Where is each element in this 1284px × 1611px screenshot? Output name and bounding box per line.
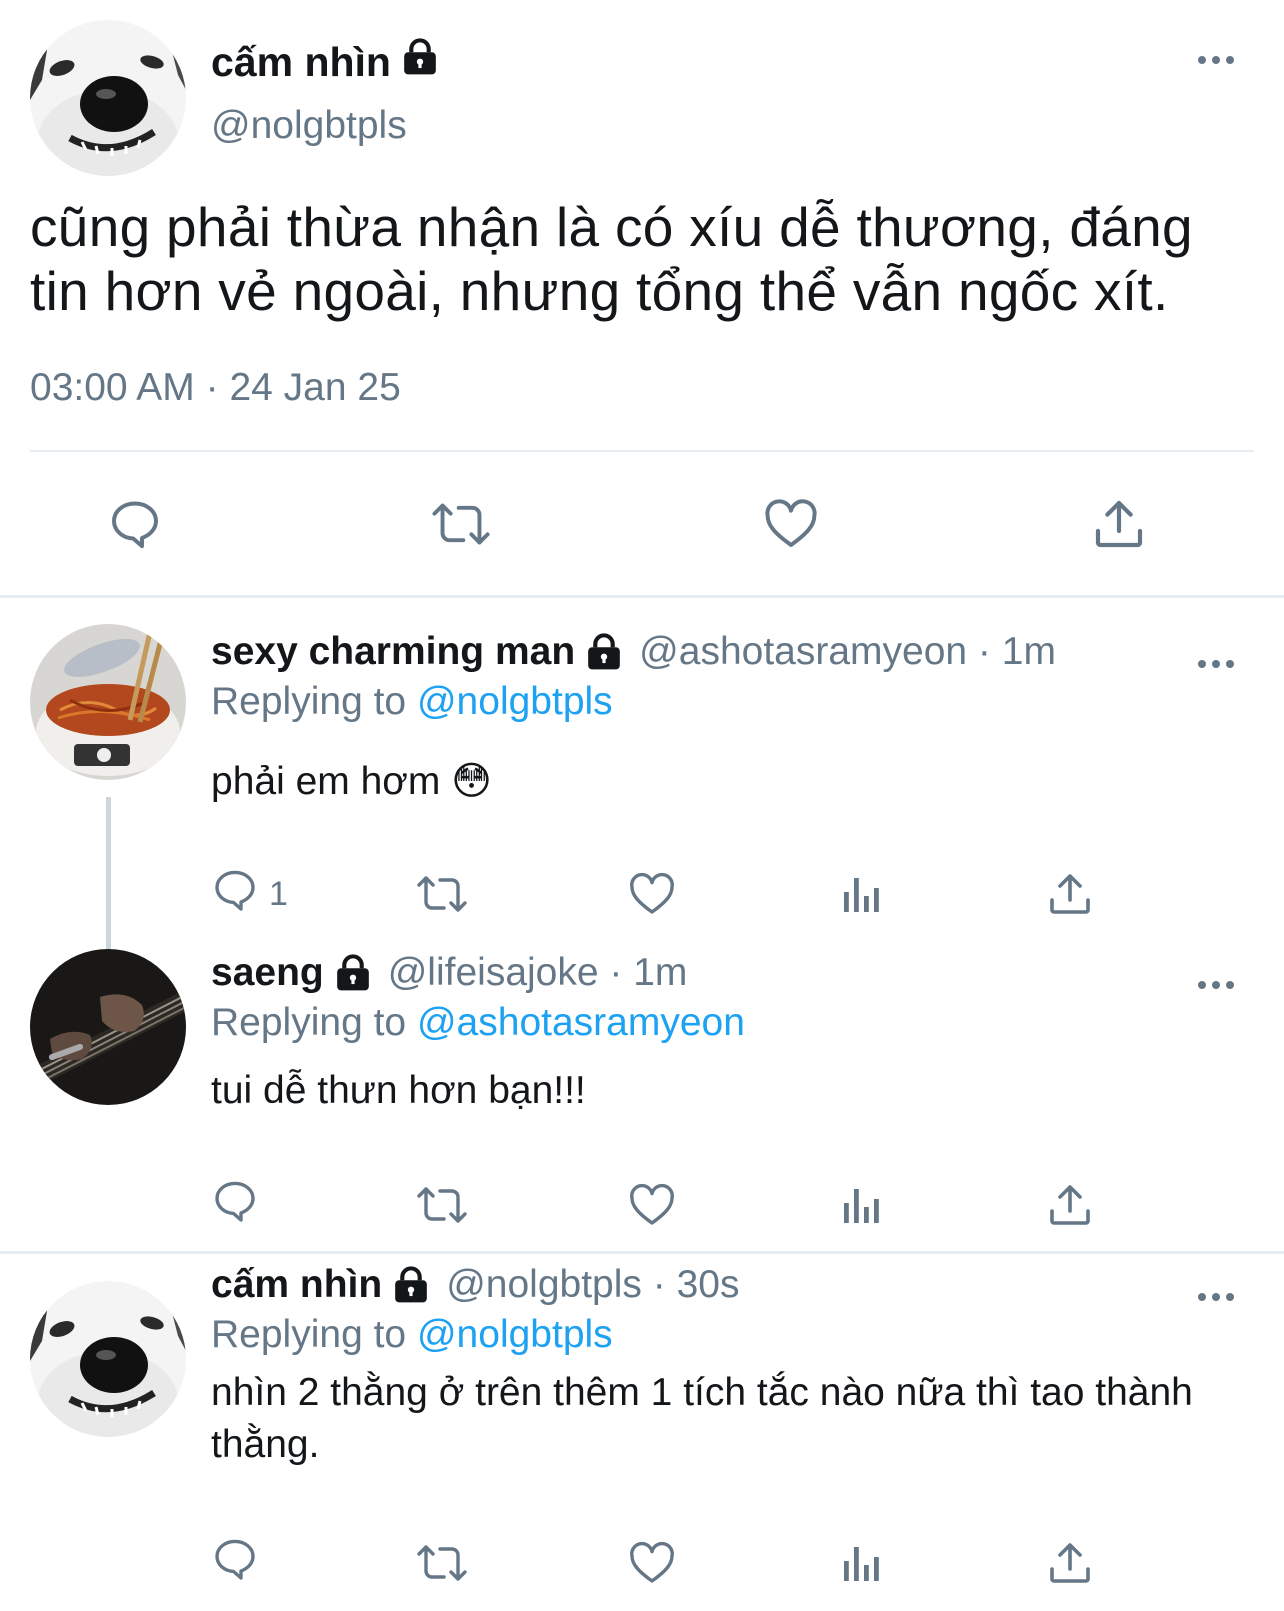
lock-icon (334, 954, 372, 992)
reply-tweet[interactable]: cấm nhìn @nolgbtpls · 30s Replying to @n… (0, 1253, 1284, 1611)
reply-header: cấm nhìn @nolgbtpls · 30s (211, 1263, 739, 1307)
reply-button[interactable] (211, 1537, 269, 1589)
display-name[interactable]: cấm nhìn (211, 38, 439, 86)
tweet-text: cũng phải thừa nhận là có xíu dễ thương,… (30, 196, 1193, 322)
replying-to: Replying to @nolgbtpls (211, 1313, 613, 1357)
retweet-icon[interactable] (415, 868, 469, 920)
analytics-icon[interactable] (838, 1537, 886, 1589)
lock-icon (585, 633, 623, 671)
replying-to: Replying to @nolgbtpls (211, 680, 613, 724)
avatar[interactable] (30, 20, 186, 176)
replying-prefix: Replying to (211, 1313, 407, 1356)
relative-time[interactable]: 1m (633, 951, 687, 995)
date: 24 Jan 25 (229, 366, 401, 409)
reply-icon (211, 1177, 259, 1234)
more-icon[interactable] (1198, 981, 1234, 989)
display-name[interactable]: cấm nhìn (211, 1263, 382, 1307)
heart-icon[interactable] (628, 1179, 676, 1231)
avatar[interactable] (30, 949, 186, 1105)
reply-icon (211, 866, 259, 923)
relative-time[interactable]: 30s (677, 1263, 740, 1307)
replying-prefix: Replying to (211, 680, 407, 723)
main-tweet: cấm nhìn @nolgbtpls cũng phải thừa nhận … (0, 0, 1284, 598)
replying-to-link[interactable]: @ashotasramyeon (417, 1001, 745, 1044)
analytics-icon[interactable] (838, 1179, 886, 1231)
handle[interactable]: @nolgbtpls (211, 104, 407, 148)
timestamp[interactable]: 03:00 AM · 24 Jan 25 (30, 366, 401, 410)
reply-button[interactable]: 1 (211, 868, 288, 920)
heart-icon[interactable] (761, 494, 821, 554)
separator: · (967, 630, 1002, 673)
retweet-icon[interactable] (415, 1537, 469, 1589)
share-icon[interactable] (1089, 494, 1149, 554)
more-icon[interactable] (1198, 660, 1234, 668)
avatar[interactable] (30, 1281, 186, 1437)
handle[interactable]: @nolgbtpls (446, 1263, 642, 1307)
heart-icon[interactable] (628, 1537, 676, 1589)
relative-time[interactable]: 1m (1002, 630, 1056, 674)
section-divider (0, 595, 1284, 598)
time: 03:00 AM (30, 366, 195, 409)
reply-header: saeng @lifeisajoke · 1m (211, 951, 687, 995)
heart-icon[interactable] (628, 868, 676, 920)
divider (30, 450, 1254, 452)
share-icon[interactable] (1046, 1537, 1094, 1589)
replying-to-link[interactable]: @nolgbtpls (417, 1313, 613, 1356)
reply-text: phải em hơm 😳 (211, 760, 492, 803)
share-icon[interactable] (1046, 868, 1094, 920)
action-bar (211, 1179, 1111, 1231)
reply-tweet[interactable]: saeng @lifeisajoke · 1m Replying to @ash… (0, 941, 1284, 1241)
display-name[interactable]: sexy charming man (211, 630, 575, 674)
reply-icon[interactable] (105, 494, 165, 554)
separator: · (205, 366, 219, 409)
reply-button[interactable] (211, 1179, 269, 1231)
display-name[interactable]: saeng (211, 951, 324, 995)
display-name-text: cấm nhìn (211, 38, 391, 85)
separator: · (641, 1263, 677, 1306)
replying-to: Replying to @ashotasramyeon (211, 1001, 745, 1045)
avatar[interactable] (30, 624, 186, 780)
more-icon[interactable] (1198, 56, 1234, 64)
lock-icon (401, 38, 439, 86)
handle[interactable]: @lifeisajoke (388, 951, 599, 995)
reply-text: tui dễ thưn hơn bạn!!! (211, 1069, 586, 1112)
share-icon[interactable] (1046, 1179, 1094, 1231)
handle[interactable]: @ashotasramyeon (639, 630, 967, 674)
replying-prefix: Replying to (211, 1001, 407, 1044)
analytics-icon[interactable] (838, 868, 886, 920)
reply-text: nhìn 2 thằng ở trên thêm 1 tích tắc nào … (211, 1371, 1193, 1466)
retweet-icon[interactable] (431, 494, 491, 554)
reply-count: 1 (269, 874, 288, 913)
action-bar (0, 494, 1284, 554)
lock-icon (392, 1266, 430, 1304)
action-bar (211, 1537, 1111, 1589)
reply-tweet[interactable]: sexy charming man @ashotasramyeon · 1m R… (0, 620, 1284, 920)
replying-to-link[interactable]: @nolgbtpls (417, 680, 613, 723)
reply-icon (211, 1535, 259, 1592)
action-bar: 1 (211, 868, 1111, 920)
retweet-icon[interactable] (415, 1179, 469, 1231)
separator: · (598, 951, 634, 994)
reply-header: sexy charming man @ashotasramyeon · 1m (211, 630, 1056, 674)
more-icon[interactable] (1198, 1293, 1234, 1301)
